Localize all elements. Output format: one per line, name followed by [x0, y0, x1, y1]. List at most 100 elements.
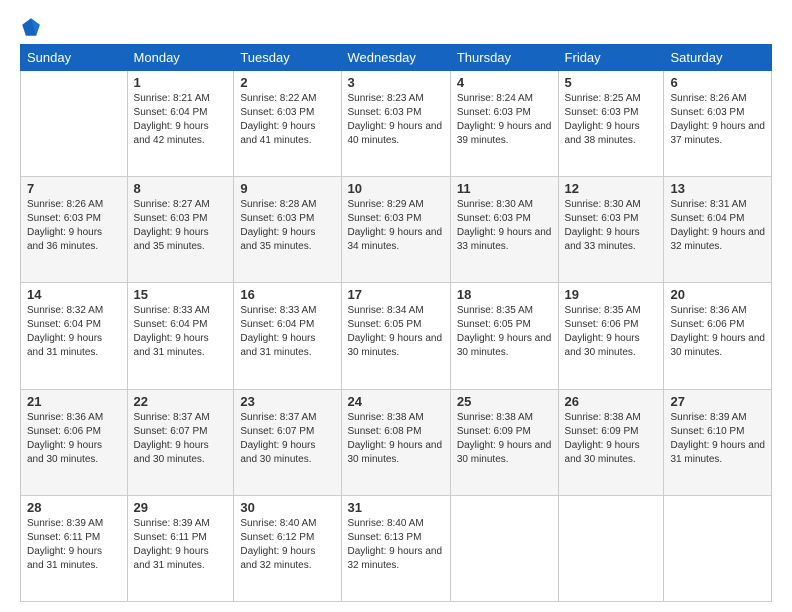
- header: [20, 16, 772, 38]
- cell-day-number: 31: [348, 500, 444, 515]
- cell-day-number: 16: [240, 287, 334, 302]
- cell-day-number: 28: [27, 500, 121, 515]
- calendar-header-saturday: Saturday: [664, 45, 772, 71]
- calendar-cell: 9 Sunrise: 8:28 AMSunset: 6:03 PMDaylight…: [234, 177, 341, 283]
- calendar-cell: 23Sunrise: 8:37 AMSunset: 6:07 PMDayligh…: [234, 389, 341, 495]
- cell-day-number: 11: [457, 181, 552, 196]
- cell-info: Sunrise: 8:26 AMSunset: 6:03 PMDaylight:…: [27, 198, 121, 254]
- cell-day-number: 14: [27, 287, 121, 302]
- cell-day-number: 23: [240, 394, 334, 409]
- calendar-cell: 29 Sunrise: 8:39 AMSunset: 6:11 PMDayligh…: [127, 495, 234, 601]
- calendar-week-5: 28 Sunrise: 8:39 AMSunset: 6:11 PMDayligh…: [21, 495, 772, 601]
- calendar-cell: 16 Sunrise: 8:33 AMSunset: 6:04 PMDayligh…: [234, 283, 341, 389]
- cell-day-number: 1: [134, 75, 228, 90]
- cell-day-number: 21: [27, 394, 121, 409]
- cell-day-number: 22: [134, 394, 228, 409]
- calendar-header-monday: Monday: [127, 45, 234, 71]
- cell-info: Sunrise: 8:40 AMSunset: 6:12 PMDaylight:…: [240, 517, 334, 573]
- cell-info: Sunrise: 8:36 AMSunset: 6:06 PMDaylight:…: [670, 304, 765, 360]
- calendar-cell: 1 Sunrise: 8:21 AMSunset: 6:04 PMDaylight…: [127, 71, 234, 177]
- calendar-header-row: SundayMondayTuesdayWednesdayThursdayFrid…: [21, 45, 772, 71]
- cell-info: Sunrise: 8:31 AMSunset: 6:04 PMDaylight:…: [670, 198, 765, 254]
- calendar-cell: 4 Sunrise: 8:24 AMSunset: 6:03 PMDaylight…: [450, 71, 558, 177]
- calendar-cell: 13 Sunrise: 8:31 AMSunset: 6:04 PMDayligh…: [664, 177, 772, 283]
- calendar-cell: 18 Sunrise: 8:35 AMSunset: 6:05 PMDayligh…: [450, 283, 558, 389]
- cell-day-number: 10: [348, 181, 444, 196]
- cell-day-number: 30: [240, 500, 334, 515]
- calendar-cell: 26 Sunrise: 8:38 AMSunset: 6:09 PMDayligh…: [558, 389, 664, 495]
- cell-info: Sunrise: 8:39 AMSunset: 6:10 PMDaylight:…: [670, 411, 765, 467]
- cell-info: Sunrise: 8:35 AMSunset: 6:06 PMDaylight:…: [565, 304, 658, 360]
- calendar-cell: [21, 71, 128, 177]
- calendar-cell: 15Sunrise: 8:33 AMSunset: 6:04 PMDayligh…: [127, 283, 234, 389]
- calendar-cell: 2 Sunrise: 8:22 AMSunset: 6:03 PMDaylight…: [234, 71, 341, 177]
- cell-info: Sunrise: 8:24 AMSunset: 6:03 PMDaylight:…: [457, 92, 552, 148]
- cell-day-number: 17: [348, 287, 444, 302]
- calendar-cell: 25Sunrise: 8:38 AMSunset: 6:09 PMDayligh…: [450, 389, 558, 495]
- cell-day-number: 12: [565, 181, 658, 196]
- calendar-header-friday: Friday: [558, 45, 664, 71]
- cell-day-number: 27: [670, 394, 765, 409]
- calendar-cell: 30 Sunrise: 8:40 AMSunset: 6:12 PMDayligh…: [234, 495, 341, 601]
- cell-day-number: 9: [240, 181, 334, 196]
- calendar-header-wednesday: Wednesday: [341, 45, 450, 71]
- calendar-cell: 3 Sunrise: 8:23 AMSunset: 6:03 PMDaylight…: [341, 71, 450, 177]
- cell-day-number: 24: [348, 394, 444, 409]
- calendar-cell: 8Sunrise: 8:27 AMSunset: 6:03 PMDaylight…: [127, 177, 234, 283]
- calendar-cell: 17 Sunrise: 8:34 AMSunset: 6:05 PMDayligh…: [341, 283, 450, 389]
- calendar-cell: 6 Sunrise: 8:26 AMSunset: 6:03 PMDaylight…: [664, 71, 772, 177]
- cell-info: Sunrise: 8:39 AMSunset: 6:11 PMDaylight:…: [134, 517, 228, 573]
- cell-info: Sunrise: 8:37 AMSunset: 6:07 PMDaylight:…: [134, 411, 228, 467]
- calendar-header-thursday: Thursday: [450, 45, 558, 71]
- cell-info: Sunrise: 8:35 AMSunset: 6:05 PMDaylight:…: [457, 304, 552, 360]
- calendar-cell: 11Sunrise: 8:30 AMSunset: 6:03 PMDayligh…: [450, 177, 558, 283]
- cell-info: Sunrise: 8:34 AMSunset: 6:05 PMDaylight:…: [348, 304, 444, 360]
- calendar-cell: [664, 495, 772, 601]
- calendar-cell: 10 Sunrise: 8:29 AMSunset: 6:03 PMDayligh…: [341, 177, 450, 283]
- calendar-header-sunday: Sunday: [21, 45, 128, 71]
- cell-day-number: 7: [27, 181, 121, 196]
- cell-info: Sunrise: 8:26 AMSunset: 6:03 PMDaylight:…: [670, 92, 765, 148]
- calendar-cell: 28 Sunrise: 8:39 AMSunset: 6:11 PMDayligh…: [21, 495, 128, 601]
- calendar-cell: 20Sunrise: 8:36 AMSunset: 6:06 PMDayligh…: [664, 283, 772, 389]
- cell-info: Sunrise: 8:21 AMSunset: 6:04 PMDaylight:…: [134, 92, 228, 148]
- cell-day-number: 26: [565, 394, 658, 409]
- cell-info: Sunrise: 8:23 AMSunset: 6:03 PMDaylight:…: [348, 92, 444, 148]
- cell-info: Sunrise: 8:29 AMSunset: 6:03 PMDaylight:…: [348, 198, 444, 254]
- cell-day-number: 29: [134, 500, 228, 515]
- calendar-cell: 5 Sunrise: 8:25 AMSunset: 6:03 PMDaylight…: [558, 71, 664, 177]
- cell-info: Sunrise: 8:38 AMSunset: 6:09 PMDaylight:…: [565, 411, 658, 467]
- cell-info: Sunrise: 8:25 AMSunset: 6:03 PMDaylight:…: [565, 92, 658, 148]
- calendar-cell: 22 Sunrise: 8:37 AMSunset: 6:07 PMDayligh…: [127, 389, 234, 495]
- cell-day-number: 3: [348, 75, 444, 90]
- cell-info: Sunrise: 8:39 AMSunset: 6:11 PMDaylight:…: [27, 517, 121, 573]
- cell-info: Sunrise: 8:22 AMSunset: 6:03 PMDaylight:…: [240, 92, 334, 148]
- cell-info: Sunrise: 8:38 AMSunset: 6:09 PMDaylight:…: [457, 411, 552, 467]
- calendar-week-1: 1 Sunrise: 8:21 AMSunset: 6:04 PMDaylight…: [21, 71, 772, 177]
- calendar-week-4: 21 Sunrise: 8:36 AMSunset: 6:06 PMDayligh…: [21, 389, 772, 495]
- cell-info: Sunrise: 8:27 AMSunset: 6:03 PMDaylight:…: [134, 198, 228, 254]
- logo-icon: [20, 16, 42, 38]
- cell-day-number: 13: [670, 181, 765, 196]
- cell-info: Sunrise: 8:40 AMSunset: 6:13 PMDaylight:…: [348, 517, 444, 573]
- page: SundayMondayTuesdayWednesdayThursdayFrid…: [0, 0, 792, 612]
- cell-info: Sunrise: 8:28 AMSunset: 6:03 PMDaylight:…: [240, 198, 334, 254]
- cell-day-number: 18: [457, 287, 552, 302]
- calendar: SundayMondayTuesdayWednesdayThursdayFrid…: [20, 44, 772, 602]
- calendar-cell: 24 Sunrise: 8:38 AMSunset: 6:08 PMDayligh…: [341, 389, 450, 495]
- cell-day-number: 15: [134, 287, 228, 302]
- calendar-cell: [450, 495, 558, 601]
- cell-day-number: 5: [565, 75, 658, 90]
- calendar-week-3: 14Sunrise: 8:32 AMSunset: 6:04 PMDayligh…: [21, 283, 772, 389]
- cell-info: Sunrise: 8:38 AMSunset: 6:08 PMDaylight:…: [348, 411, 444, 467]
- calendar-cell: 12Sunrise: 8:30 AMSunset: 6:03 PMDayligh…: [558, 177, 664, 283]
- calendar-cell: [558, 495, 664, 601]
- cell-info: Sunrise: 8:33 AMSunset: 6:04 PMDaylight:…: [240, 304, 334, 360]
- cell-info: Sunrise: 8:36 AMSunset: 6:06 PMDaylight:…: [27, 411, 121, 467]
- cell-day-number: 4: [457, 75, 552, 90]
- calendar-cell: 14Sunrise: 8:32 AMSunset: 6:04 PMDayligh…: [21, 283, 128, 389]
- calendar-cell: 21 Sunrise: 8:36 AMSunset: 6:06 PMDayligh…: [21, 389, 128, 495]
- cell-day-number: 2: [240, 75, 334, 90]
- logo: [20, 16, 46, 38]
- cell-day-number: 6: [670, 75, 765, 90]
